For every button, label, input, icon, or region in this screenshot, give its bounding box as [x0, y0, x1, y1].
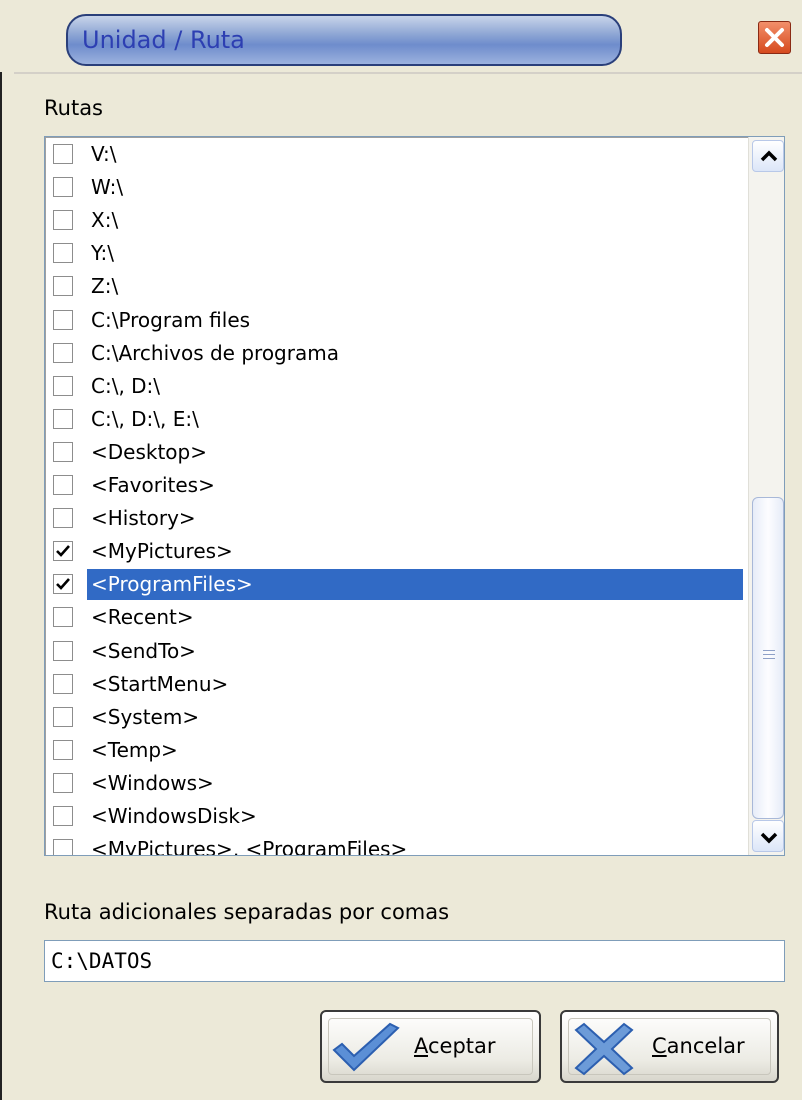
list-item-label: V:\	[91, 142, 117, 166]
accept-label: Aceptar	[414, 1034, 496, 1058]
list-item[interactable]: <Desktop>	[45, 436, 745, 469]
checkbox[interactable]	[53, 276, 73, 297]
close-icon	[765, 28, 784, 47]
list-item-label: <MyPictures>, <ProgramFiles>	[91, 837, 408, 856]
list-item[interactable]: <Favorites>	[45, 469, 745, 502]
checkbox[interactable]	[53, 673, 73, 694]
checkmark-icon	[332, 1022, 400, 1072]
list-item-label: <Recent>	[91, 605, 194, 630]
list-item[interactable]: <StartMenu>	[45, 668, 745, 701]
list-item[interactable]: C:\Archivos de programa	[45, 337, 745, 370]
list-item[interactable]: <WindowsDisk>	[45, 800, 745, 833]
list-item-label: <Temp>	[91, 737, 178, 762]
title-bar[interactable]: Unidad / Ruta	[0, 0, 802, 72]
list-item-label: <Windows>	[91, 770, 214, 795]
list-item[interactable]: <Recent>	[45, 601, 745, 634]
checkbox[interactable]	[53, 243, 73, 264]
close-button[interactable]	[758, 21, 791, 54]
list-item-label: C:\, D:\	[91, 373, 161, 398]
list-item[interactable]: <MyPictures>, <ProgramFiles>	[45, 833, 745, 856]
cancel-label: Cancelar	[652, 1034, 745, 1058]
checkbox[interactable]	[53, 772, 73, 793]
list-item-label: <System>	[91, 704, 200, 729]
chevron-up-icon	[760, 150, 778, 162]
list-item-label: <StartMenu>	[91, 671, 229, 696]
list-item-label: C:\Archivos de programa	[91, 340, 339, 365]
rutas-label: Rutas	[44, 96, 104, 120]
checkmark-icon	[56, 545, 70, 558]
checkbox[interactable]	[53, 839, 73, 855]
list-item[interactable]: <Windows>	[45, 767, 745, 800]
list-item-label: X:\	[91, 208, 119, 233]
accept-button[interactable]: Aceptar	[320, 1010, 541, 1083]
checkbox[interactable]	[53, 144, 73, 164]
checkbox[interactable]	[53, 408, 73, 429]
list-item-label: Z:\	[91, 274, 119, 299]
window-frame	[0, 0, 14, 1100]
list-item[interactable]: X:\	[45, 204, 745, 237]
list-item-label: W:\	[91, 175, 124, 200]
list-item[interactable]: <MyPictures>	[45, 535, 745, 568]
list-item[interactable]: Z:\	[45, 270, 745, 303]
additional-paths-input[interactable]: C:\DATOS	[44, 940, 785, 982]
list-item[interactable]: <History>	[45, 502, 745, 535]
list-item-label: C:\, D:\, E:\	[91, 406, 199, 431]
checkbox[interactable]	[53, 739, 73, 760]
list-item[interactable]: C:\Program files	[45, 304, 745, 337]
list-item-label: <Desktop>	[91, 439, 207, 464]
checkbox[interactable]	[53, 475, 73, 495]
x-icon	[574, 1022, 634, 1076]
list-item-label: <History>	[91, 506, 196, 531]
list-item[interactable]: W:\	[45, 171, 745, 204]
vertical-scrollbar[interactable]	[748, 137, 784, 855]
list-item[interactable]: <SendTo>	[45, 635, 745, 668]
scroll-thumb[interactable]	[752, 497, 784, 819]
list-item-label: <WindowsDisk>	[91, 804, 257, 828]
list-item-label: Y:\	[91, 241, 115, 266]
checkbox[interactable]	[53, 441, 73, 462]
list-item[interactable]: <Temp>	[45, 734, 745, 767]
rutas-listbox[interactable]: V:\ W:\ X:\ Y:\ Z:\ C:\Program files C:\Archiv…	[44, 136, 785, 856]
grip-icon	[763, 650, 775, 662]
list-item[interactable]: <System>	[45, 701, 745, 734]
list-item[interactable]: V:\	[45, 138, 745, 171]
checkbox[interactable]	[53, 706, 73, 727]
checkbox[interactable]	[53, 607, 73, 628]
checkmark-icon	[56, 578, 70, 591]
list-item[interactable]: <ProgramFiles>	[45, 568, 745, 601]
checkbox[interactable]	[53, 541, 73, 562]
list-item-label: <ProgramFiles>	[91, 572, 253, 597]
checkbox[interactable]	[53, 210, 73, 231]
window-title: Unidad / Ruta	[82, 26, 245, 54]
checkbox[interactable]	[53, 309, 73, 330]
checkbox[interactable]	[53, 375, 73, 396]
list-item[interactable]: C:\, D:\	[45, 370, 745, 403]
list-item-label: C:\Program files	[91, 307, 251, 332]
list-item-label: <Favorites>	[91, 473, 215, 497]
list-item[interactable]: Y:\	[45, 237, 745, 270]
list-item-label: <MyPictures>	[91, 539, 233, 564]
checkbox[interactable]	[53, 806, 73, 826]
cancel-button[interactable]: Cancelar	[560, 1010, 779, 1083]
additional-paths-label: Ruta adicionales separadas por comas	[44, 900, 450, 924]
checkbox[interactable]	[53, 177, 73, 198]
list-item[interactable]: C:\, D:\, E:\	[45, 403, 745, 436]
checkbox[interactable]	[53, 574, 73, 595]
chevron-down-icon	[760, 832, 778, 844]
scroll-down-button[interactable]	[752, 820, 784, 852]
scroll-up-button[interactable]	[752, 140, 784, 172]
checkbox[interactable]	[53, 640, 73, 661]
checkbox[interactable]	[53, 342, 73, 363]
checkbox[interactable]	[53, 508, 73, 529]
title-divider	[14, 72, 802, 74]
list-item-label: <SendTo>	[91, 638, 196, 663]
title-tab: Unidad / Ruta	[66, 14, 622, 66]
